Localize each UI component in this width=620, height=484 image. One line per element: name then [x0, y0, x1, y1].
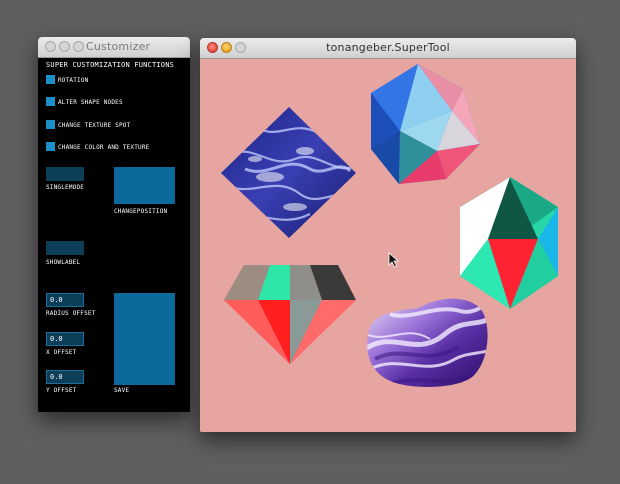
radius-offset-field[interactable]: 0.0: [46, 293, 84, 307]
hexagon-shape[interactable]: [460, 177, 558, 309]
customizer-titlebar[interactable]: Customizer: [38, 37, 190, 58]
singlemode-label: SINGLEMODE: [46, 184, 85, 191]
showlabel-label: SHOWLABEL: [46, 259, 81, 266]
x-offset-field[interactable]: 0.0: [46, 332, 84, 346]
changeposition-label: CHANGEPOSITION: [114, 208, 168, 215]
y-offset-label: Y OFFSET: [46, 387, 77, 394]
minimize-icon[interactable]: [59, 41, 70, 52]
zoom-icon[interactable]: [73, 41, 84, 52]
save-button[interactable]: [114, 293, 175, 385]
gem-shape[interactable]: [224, 265, 356, 364]
window-title: Customizer: [86, 40, 151, 53]
shapes-svg: [221, 64, 558, 387]
silk-blob-shape[interactable]: [365, 298, 495, 387]
y-offset-field[interactable]: 0.0: [46, 370, 84, 384]
singlemode-toggle[interactable]: [46, 167, 84, 181]
marble-diamond-shape[interactable]: [221, 107, 360, 238]
supertool-titlebar[interactable]: tonangeber.SuperTool: [200, 38, 576, 59]
close-icon[interactable]: [45, 41, 56, 52]
customizer-window: Customizer SUPER CUSTOMIZATION FUNCTIONS…: [38, 37, 190, 412]
change-color-texture-label: CHANGE COLOR AND TEXTURE: [58, 144, 150, 151]
showlabel-toggle[interactable]: [46, 241, 84, 255]
window-title: tonangeber.SuperTool: [326, 41, 450, 54]
change-texture-spot-checkbox[interactable]: [46, 120, 55, 129]
change-texture-spot-label: CHANGE TEXTURE SPOT: [58, 122, 131, 129]
supertool-window: tonangeber.SuperTool: [200, 38, 576, 432]
x-offset-label: X OFFSET: [46, 349, 77, 356]
rotation-label: ROTATION: [58, 77, 89, 84]
icosahedron-shape[interactable]: [371, 64, 480, 184]
alter-shape-nodes-label: ALTER SHAPE NODES: [58, 99, 123, 106]
shape-canvas[interactable]: [200, 59, 576, 432]
change-color-texture-checkbox[interactable]: [46, 142, 55, 151]
customizer-panel: SUPER CUSTOMIZATION FUNCTIONS ROTATION A…: [38, 58, 190, 412]
rotation-checkbox[interactable]: [46, 75, 55, 84]
alter-shape-nodes-checkbox[interactable]: [46, 97, 55, 106]
changeposition-button[interactable]: [114, 167, 175, 204]
panel-header: SUPER CUSTOMIZATION FUNCTIONS: [46, 61, 175, 69]
radius-offset-label: RADIUS OFFSET: [46, 310, 96, 317]
mouse-cursor-icon: [388, 252, 400, 268]
save-label: SAVE: [114, 387, 130, 394]
